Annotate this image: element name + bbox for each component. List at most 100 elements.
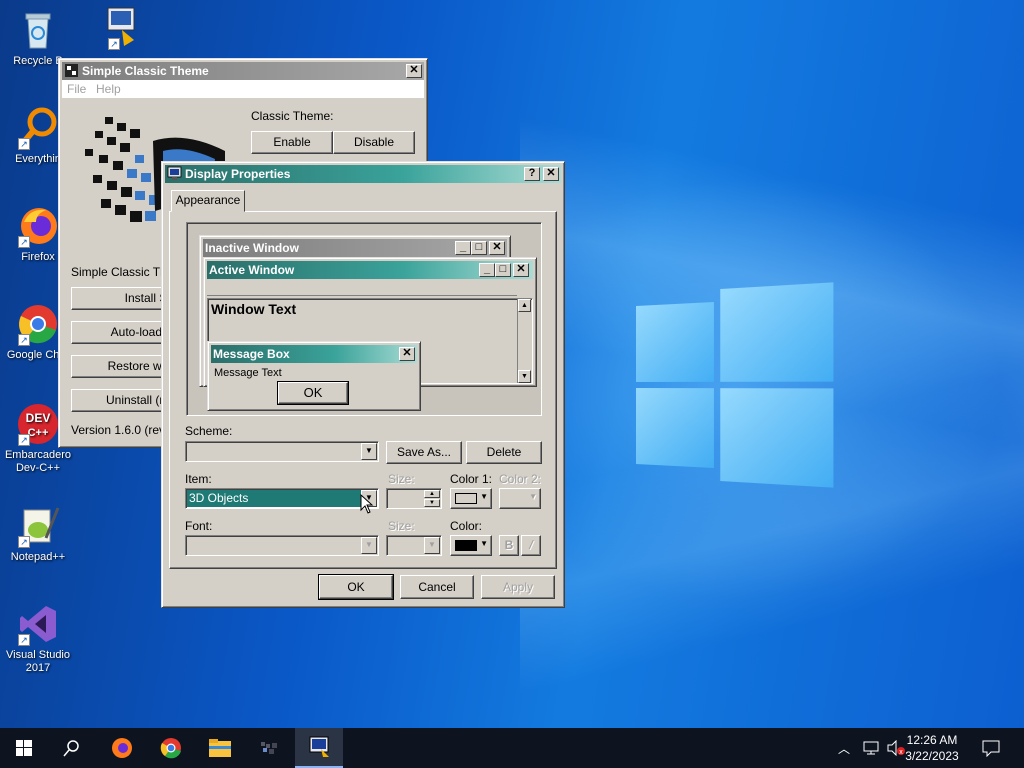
color1-swatch (455, 493, 477, 504)
preview-msgbox-text: Message Text (214, 367, 282, 379)
font-label: Font: (185, 519, 213, 533)
chevron-up-icon[interactable]: ︿ (838, 740, 850, 757)
mouse-cursor-icon (360, 494, 374, 514)
save-as-button[interactable]: Save As... (386, 441, 462, 464)
desktop-icon-label: Notepad++ (10, 551, 66, 563)
apply-button[interactable]: Apply (481, 575, 555, 599)
notifications-icon[interactable] (982, 740, 1000, 757)
clock-date: 3/22/2023 (905, 749, 959, 763)
font-size-label: Size: (388, 519, 415, 533)
desktop-icon-label: Firefox (21, 251, 55, 263)
display-properties-shortcut-icon: ↗ (94, 6, 138, 50)
desktop-icon-display-properties[interactable]: ↗ (80, 6, 152, 53)
desktop-icon-visual-studio[interactable]: ↗ Visual Studio 2017 (2, 602, 74, 675)
ok-button[interactable]: OK (318, 574, 394, 600)
item-dropdown[interactable]: 3D Objects ▼ (185, 488, 379, 509)
firefox-icon (112, 738, 132, 758)
spin-down-icon[interactable]: ▼ (424, 499, 440, 507)
chrome-icon: ↗ (16, 302, 60, 346)
everything-search-icon: ↗ (16, 106, 60, 150)
spin-up-icon[interactable]: ▲ (424, 490, 440, 498)
preview-message-box: Message Box ✕ Message Text OK (207, 341, 421, 411)
font-color-swatch (455, 540, 477, 551)
network-icon[interactable] (862, 740, 880, 756)
tab-appearance[interactable]: Appearance (171, 190, 245, 212)
simple-classic-theme-icon (261, 742, 277, 754)
disable-button[interactable]: Disable (333, 131, 415, 154)
taskbar-display-properties[interactable] (295, 728, 343, 768)
scroll-down-icon: ▼ (518, 370, 531, 383)
cancel-button[interactable]: Cancel (400, 575, 474, 599)
start-button[interactable] (0, 728, 48, 768)
delete-button[interactable]: Delete (466, 441, 542, 464)
close-icon: ✕ (513, 263, 529, 277)
enable-button[interactable]: Enable (251, 131, 333, 154)
system-clock[interactable]: 12:26 AM 3/22/2023 (896, 732, 968, 764)
preview-msgbox-titlebar: Message Box ✕ (211, 345, 417, 363)
menu-bar: File Help (62, 80, 424, 98)
display-properties-window[interactable]: Display Properties ? ✕ Appearance Inacti… (161, 161, 565, 608)
scroll-up-icon: ▲ (518, 299, 531, 312)
window-title: Simple Classic Theme (82, 64, 209, 78)
color1-label: Color 1: (450, 472, 493, 486)
taskbar-chrome[interactable] (147, 728, 195, 768)
svg-text:C++: C++ (28, 427, 49, 439)
devcpp-icon: DEV C++ ↗ (16, 402, 60, 446)
close-button[interactable]: ✕ (406, 64, 422, 78)
desktop-icon-label: Everythin (15, 153, 61, 165)
item-label: Item: (185, 472, 212, 486)
desktop-icon-label: Embarcadero Dev-C++ (4, 449, 72, 474)
desktop-icon-label: Recycle B (13, 55, 63, 67)
visual-studio-icon: ↗ (16, 602, 60, 646)
close-icon: ✕ (399, 347, 415, 361)
taskbar-firefox[interactable] (98, 728, 146, 768)
search-button[interactable] (48, 728, 96, 768)
menu-file[interactable]: File (67, 82, 86, 96)
desktop-icon-notepadpp[interactable]: ↗ Notepad++ (2, 504, 74, 564)
preview-inactive-titlebar: Inactive Window _ □ ✕ (203, 239, 507, 257)
chrome-icon (160, 738, 181, 759)
font-color-picker[interactable]: ▼ (450, 535, 492, 556)
chevron-down-icon: ▼ (529, 492, 537, 501)
scheme-label: Scheme: (185, 424, 233, 438)
color2-picker[interactable]: ▼ (499, 488, 541, 509)
maximize-icon: □ (495, 263, 511, 277)
preview-active-titlebar: Active Window _ □ ✕ (207, 261, 533, 279)
taskbar-file-explorer[interactable] (196, 728, 244, 768)
help-button[interactable]: ? (524, 167, 540, 181)
scheme-dropdown[interactable]: ▼ (185, 441, 379, 462)
search-icon (63, 740, 79, 757)
windows-logo-wallpaper (636, 278, 836, 493)
start-icon (16, 740, 32, 756)
italic-button[interactable]: / (521, 535, 541, 556)
dp-titlebar[interactable]: Display Properties ? ✕ (165, 165, 561, 183)
chevron-down-icon[interactable]: ▼ (424, 537, 440, 554)
chevron-down-icon[interactable]: ▼ (361, 537, 377, 554)
clock-time: 12:26 AM (906, 733, 958, 747)
close-icon: ✕ (489, 241, 505, 255)
sct-titlebar[interactable]: Simple Classic Theme ✕ (62, 62, 424, 80)
taskbar-simple-classic-theme[interactable] (245, 728, 293, 768)
color2-label: Color 2: (499, 472, 542, 486)
bold-button[interactable]: B (499, 535, 519, 556)
item-value: 3D Objects (187, 490, 361, 507)
chevron-down-icon: ▼ (480, 539, 488, 548)
notepadpp-icon: ↗ (16, 504, 60, 548)
minimize-icon: _ (479, 263, 495, 277)
preview-inactive-title: Inactive Window (205, 241, 299, 255)
chevron-down-icon[interactable]: ▼ (361, 443, 377, 460)
appearance-preview[interactable]: Inactive Window _ □ ✕ Active Window _ □ … (186, 222, 542, 416)
menu-help[interactable]: Help (96, 82, 121, 96)
item-size-spinner[interactable]: ▲ ▼ (386, 488, 442, 509)
item-size-label: Size: (388, 472, 415, 486)
minimize-icon: _ (455, 241, 471, 255)
window-title: Display Properties (185, 167, 291, 181)
display-properties-icon (167, 166, 182, 180)
preview-ok-button: OK (277, 381, 349, 405)
svg-text:DEV: DEV (26, 411, 51, 425)
color1-picker[interactable]: ▼ (450, 488, 492, 509)
close-button[interactable]: ✕ (543, 167, 559, 181)
font-dropdown[interactable]: ▼ (185, 535, 379, 556)
font-size-dropdown[interactable]: ▼ (386, 535, 442, 556)
taskbar: ︿ x 12:26 AM 3/22/2023 (0, 728, 1024, 768)
